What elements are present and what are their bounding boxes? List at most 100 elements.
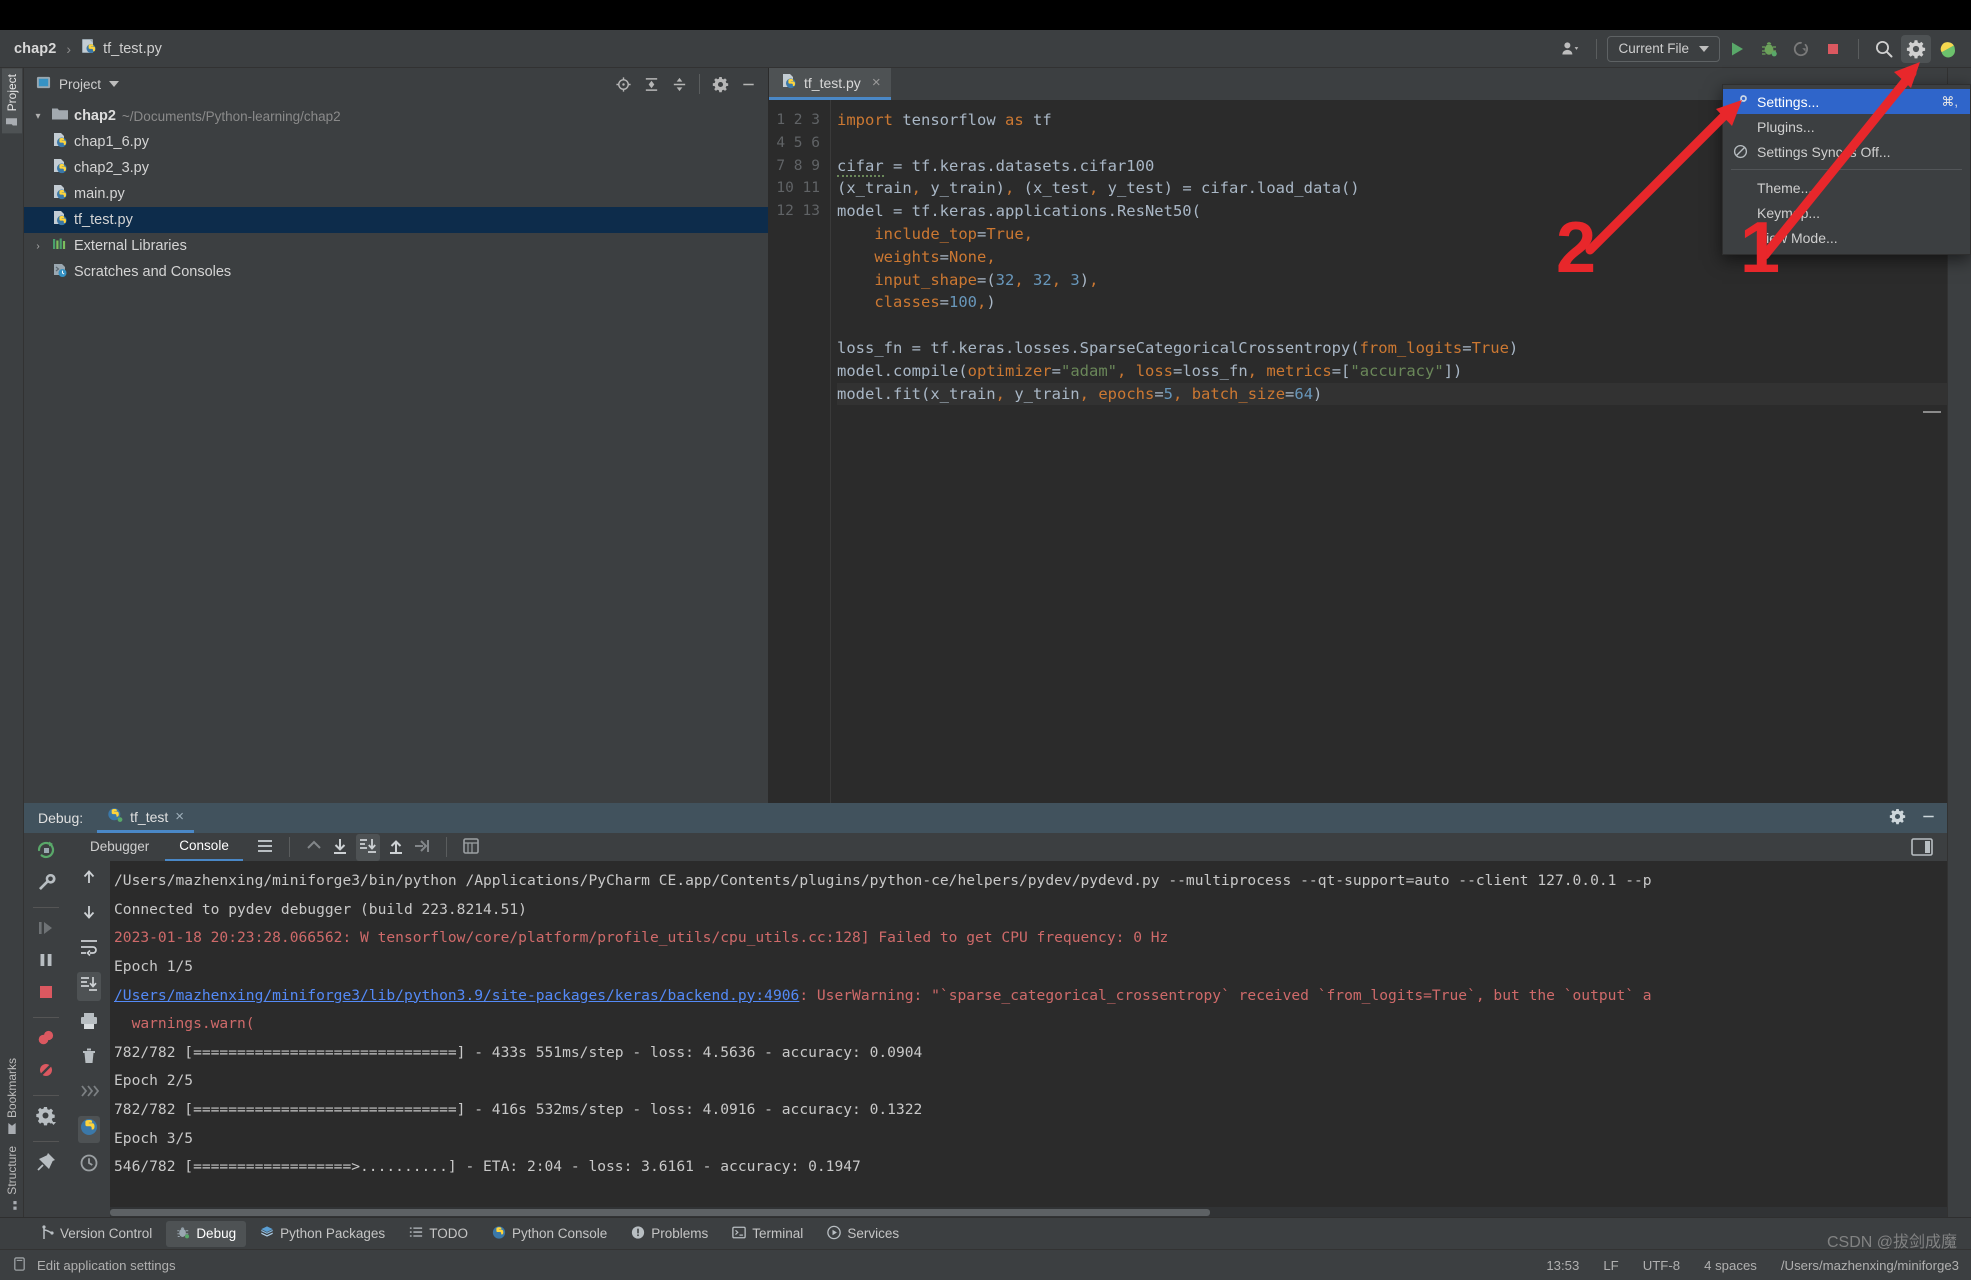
locate-icon[interactable] (611, 73, 635, 95)
tree-row-chap2[interactable]: ▾ chap2 ~/Documents/Python-learning/chap… (24, 103, 768, 129)
toolwindow-services[interactable]: Services (817, 1221, 909, 1247)
toolwindow-version-control[interactable]: Version Control (30, 1221, 162, 1247)
toolwindow-label: Problems (651, 1226, 709, 1241)
menu-icon[interactable] (255, 836, 275, 859)
attach-process-icon[interactable] (1786, 35, 1816, 63)
evaluate-expression-icon[interactable] (461, 836, 481, 859)
collapse-all-icon[interactable] (667, 73, 691, 95)
pin-icon[interactable] (35, 1151, 57, 1178)
step-up-icon[interactable] (386, 836, 406, 859)
run-to-cursor-icon (412, 836, 432, 859)
tree-row-main[interactable]: main.py (24, 181, 768, 207)
toolbar-divider (1596, 38, 1598, 59)
project-header-divider (699, 74, 700, 94)
toolwindow-python-console[interactable]: Python Console (482, 1221, 617, 1247)
toolwindow-problems[interactable]: Problems (621, 1221, 718, 1247)
console-output[interactable]: /Users/mazhenxing/miniforge3/bin/python … (110, 861, 1947, 1217)
wrench-icon[interactable] (35, 871, 57, 898)
debug-header-actions (1889, 808, 1947, 828)
breadcrumb-file[interactable]: tf_test.py (103, 41, 162, 57)
status-message: Edit application settings (37, 1257, 176, 1273)
chevron-down-icon[interactable]: ▾ (30, 111, 46, 122)
close-icon[interactable]: × (872, 74, 881, 91)
bookmark-icon (5, 1123, 19, 1135)
rerun-icon[interactable] (35, 839, 57, 866)
sidebar-item-bookmarks[interactable]: Bookmarks (2, 1052, 22, 1140)
soft-wrap-icon[interactable] (79, 937, 99, 962)
watermark: CSDN @拔剑成魔 (1826, 1234, 1957, 1251)
search-everywhere-icon[interactable] (1869, 35, 1899, 63)
stop-icon[interactable] (35, 981, 57, 1008)
expand-all-icon[interactable] (639, 73, 663, 95)
resume-icon (35, 917, 57, 944)
debug-tabs: Debugger Console (68, 833, 1947, 862)
debug-session-tab[interactable]: tf_test × (97, 803, 195, 833)
console-line-10: 546/782 [==================>..........] … (114, 1158, 861, 1176)
print-icon[interactable] (79, 1011, 99, 1036)
menu-item-shortcut: ⌘, (1941, 93, 1958, 109)
tree-row-tf_test[interactable]: tf_test.py (24, 207, 768, 233)
console-link-keras-backend[interactable]: /Users/mazhenxing/miniforge3/lib/python3… (114, 987, 799, 1004)
toolwindow-todo[interactable]: TODO (399, 1221, 478, 1247)
menu-item-theme[interactable]: Theme... (1723, 175, 1970, 200)
indent-setting[interactable]: 4 spaces (1704, 1258, 1757, 1273)
sidebar-item-structure[interactable]: Structure (2, 1140, 22, 1217)
breadcrumb-project[interactable]: chap2 (14, 41, 56, 57)
chevron-right-icon[interactable]: › (30, 241, 46, 252)
updates-icon[interactable] (1933, 35, 1963, 63)
python-console-icon[interactable] (78, 1116, 100, 1144)
history-icon[interactable] (79, 1153, 99, 1178)
tree-row-chap2_3[interactable]: chap2_3.py (24, 155, 768, 181)
hide-panel-icon[interactable] (736, 73, 760, 95)
chevron-down-icon[interactable] (109, 81, 120, 87)
force-step-into-icon[interactable] (355, 833, 380, 861)
mute-breakpoints-icon[interactable] (35, 1059, 57, 1086)
toolwindow-python-packages[interactable]: Python Packages (250, 1221, 395, 1247)
toolwindow-debug[interactable]: Debug (166, 1220, 247, 1247)
caret-position[interactable]: 13:53 (1546, 1258, 1579, 1273)
user-avatar-icon[interactable] (1556, 35, 1586, 63)
layout-settings-button[interactable] (1911, 837, 1947, 857)
menu-item-settings[interactable]: Settings... ⌘, (1723, 89, 1970, 114)
settings-icon[interactable] (35, 1105, 57, 1132)
line-separator[interactable]: LF (1603, 1258, 1618, 1273)
console-horizontal-scrollbar[interactable] (110, 1207, 1947, 1217)
down-icon[interactable] (79, 902, 99, 927)
sidebar-label-project: Project (4, 74, 19, 112)
tree-label-chap2: chap2 (74, 108, 116, 124)
menu-item-plugins[interactable]: Plugins... (1723, 114, 1970, 139)
tree-row-scratches[interactable]: Scratches and Consoles (24, 259, 768, 285)
toolwindow-label: Debug (196, 1226, 237, 1241)
editor-tab-tf_test[interactable]: tf_test.py × (769, 68, 891, 100)
step-into-icon[interactable] (330, 836, 350, 859)
gear-icon[interactable] (1889, 808, 1906, 828)
console-side-toolbar (68, 861, 110, 1217)
run-configuration-selector[interactable]: Current File (1607, 35, 1720, 62)
forward-icon (79, 1081, 100, 1106)
python-interpreter[interactable]: /Users/mazhenxing/miniforge3 (1781, 1258, 1959, 1273)
pause-icon[interactable] (35, 949, 57, 976)
gear-icon[interactable] (708, 73, 732, 95)
tree-row-external-libraries[interactable]: › External Libraries (24, 233, 768, 259)
sidebar-item-project[interactable]: Project (1, 68, 22, 134)
stop-icon[interactable] (1818, 35, 1848, 63)
file-encoding[interactable]: UTF-8 (1643, 1258, 1680, 1273)
trash-icon[interactable] (79, 1046, 99, 1071)
toolwindow-terminal[interactable]: Terminal (722, 1221, 813, 1247)
run-configuration-label: Current File (1618, 41, 1689, 56)
debug-icon[interactable] (1754, 35, 1784, 63)
tab-console[interactable]: Console (165, 833, 243, 862)
up-icon[interactable] (79, 867, 99, 892)
scroll-to-end-icon[interactable] (77, 972, 101, 1002)
divider (288, 837, 290, 858)
tab-debugger[interactable]: Debugger (76, 834, 163, 860)
scrollbar-thumb[interactable] (110, 1209, 1210, 1216)
tree-row-chap1_6[interactable]: chap1_6.py (24, 129, 768, 155)
main-toolbar: chap2 › tf_test.py Current File (0, 30, 1971, 68)
close-icon[interactable]: × (175, 808, 184, 825)
run-icon[interactable] (1722, 35, 1752, 63)
settings-gear-icon[interactable] (1901, 34, 1931, 63)
view-breakpoints-icon[interactable] (35, 1027, 57, 1054)
menu-item-settings-sync[interactable]: Settings Sync is Off... (1723, 139, 1970, 164)
hide-icon[interactable] (1920, 808, 1937, 828)
